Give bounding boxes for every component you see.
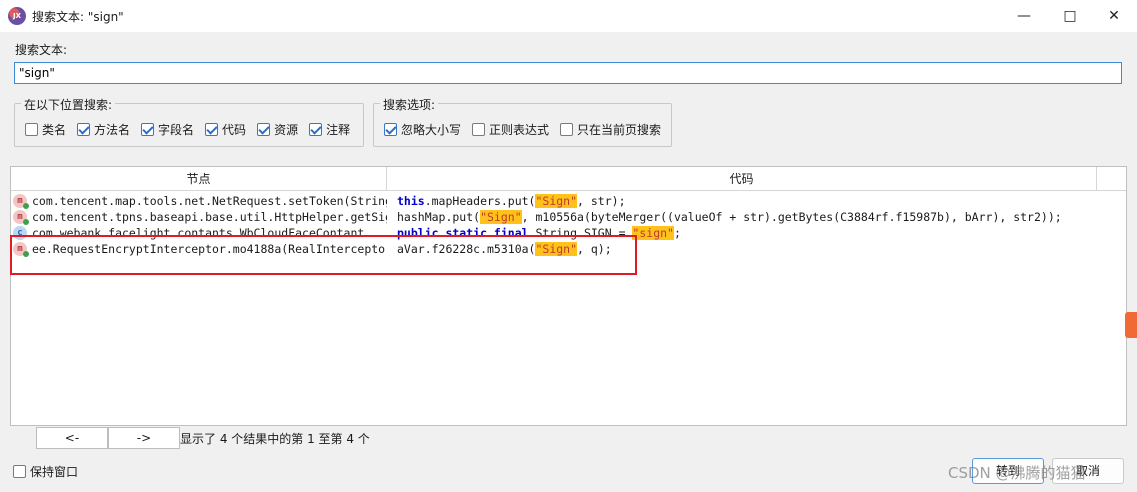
minimize-icon[interactable]: — — [1001, 0, 1047, 32]
search-location-options: 类名 方法名 字段名 代码 资源 注释 — [25, 121, 361, 138]
location-checkbox-label: 类名 — [42, 123, 67, 137]
search-location-group: 在以下位置搜索: 类名 方法名 字段名 代码 资源 注释 — [14, 96, 364, 147]
keep-window-label: 保持窗口 — [30, 465, 79, 479]
result-count-text: 显示了 4 个结果中的第 1 至第 4 个 — [180, 432, 370, 446]
code-text: , m10556a(byteMerger((valueOf + str).get… — [521, 210, 1062, 224]
option-checkbox-2[interactable]: 只在当前页搜索 — [560, 121, 661, 138]
column-header-code[interactable]: 代码 — [387, 167, 1097, 191]
match-highlight: "Sign" — [535, 194, 578, 208]
code-text: ; — [673, 226, 681, 240]
option-checkbox-label: 只在当前页搜索 — [577, 123, 662, 137]
location-checkbox-4[interactable]: 资源 — [257, 121, 298, 138]
location-checkbox-label: 方法名 — [94, 123, 131, 137]
table-row[interactable]: m com.tencent.tpns.baseapi.base.util.Http… — [11, 209, 1126, 225]
selection-highlight-box — [10, 235, 637, 275]
code-cell[interactable]: this.mapHeaders.put("Sign", str); — [397, 193, 1117, 209]
unchecked-box-icon[interactable] — [25, 123, 38, 136]
next-page-button[interactable]: -> — [108, 427, 180, 449]
checked-box-icon[interactable] — [257, 123, 271, 136]
option-checkbox-0[interactable]: 忽略大小写 — [384, 121, 461, 138]
method-icon: m — [13, 194, 29, 209]
node-name: com.tencent.tpns.baseapi.base.util.HttpH… — [32, 210, 387, 224]
node-cell[interactable]: m com.tencent.map.tools.net.NetRequest.se… — [13, 193, 387, 209]
location-checkbox-5[interactable]: 注释 — [309, 121, 350, 138]
table-header: 节点 代码 — [11, 167, 1126, 191]
code-text: , str); — [577, 194, 626, 208]
location-checkbox-label: 字段名 — [158, 123, 195, 137]
search-label: 搜索文本: — [15, 43, 68, 57]
previous-page-button[interactable]: <- — [36, 427, 108, 449]
location-checkbox-0[interactable]: 类名 — [25, 121, 66, 138]
search-location-legend: 在以下位置搜索: — [21, 96, 116, 113]
keep-window-check-icon[interactable] — [13, 465, 26, 478]
search-options-group: 搜索选项: 忽略大小写 正则表达式 只在当前页搜索 — [373, 96, 672, 147]
close-icon[interactable]: ✕ — [1091, 0, 1137, 32]
table-row[interactable]: m com.tencent.map.tools.net.NetRequest.se… — [11, 193, 1126, 209]
unchecked-box-icon[interactable] — [472, 123, 486, 136]
method-icon: m — [13, 210, 29, 225]
location-checkbox-2[interactable]: 字段名 — [141, 121, 194, 138]
unchecked-box-icon[interactable] — [560, 123, 574, 136]
option-checkbox-label: 正则表达式 — [489, 123, 550, 137]
checked-box-icon[interactable] — [384, 123, 397, 136]
code-text: .mapHeaders.put( — [424, 194, 536, 208]
title-bar: JX 搜索文本: "sign" — □ ✕ — [0, 0, 1137, 32]
window-title: 搜索文本: "sign" — [32, 10, 124, 24]
watermark: CSDN @沸腾的猫猫 — [948, 464, 1086, 482]
match-highlight: "Sign" — [480, 210, 522, 224]
checked-box-icon[interactable] — [77, 123, 91, 136]
maximize-icon[interactable]: □ — [1047, 0, 1093, 32]
search-options-legend: 搜索选项: — [380, 96, 439, 113]
column-header-node[interactable]: 节点 — [11, 167, 387, 191]
location-checkbox-1[interactable]: 方法名 — [77, 121, 130, 138]
search-input[interactable] — [14, 62, 1122, 84]
location-checkbox-label: 注释 — [326, 123, 351, 137]
results-table: 节点 代码 m com.tencent.map.tools.net.NetRequ… — [10, 166, 1127, 426]
checked-box-icon[interactable] — [309, 123, 323, 136]
search-options-list: 忽略大小写 正则表达式 只在当前页搜索 — [384, 121, 672, 138]
option-checkbox-label: 忽略大小写 — [401, 123, 462, 137]
location-checkbox-label: 代码 — [222, 123, 247, 137]
keep-window-checkbox[interactable]: 保持窗口 — [13, 463, 78, 480]
node-cell[interactable]: m com.tencent.tpns.baseapi.base.util.Http… — [13, 209, 387, 225]
location-checkbox-3[interactable]: 代码 — [205, 121, 246, 138]
code-keyword: this — [397, 194, 425, 208]
location-checkbox-label: 资源 — [274, 123, 299, 137]
node-name: com.tencent.map.tools.net.NetRequest.set… — [32, 194, 387, 208]
code-text: hashMap.put( — [397, 210, 481, 224]
option-checkbox-1[interactable]: 正则表达式 — [472, 121, 549, 138]
checked-box-icon[interactable] — [205, 123, 219, 136]
checked-box-icon[interactable] — [141, 123, 155, 136]
code-cell[interactable]: hashMap.put("Sign", m10556a(byteMerger((… — [397, 209, 1117, 225]
match-highlight: "sign" — [632, 226, 674, 240]
app-logo-icon: JX — [8, 7, 26, 25]
side-widget-icon[interactable] — [1125, 312, 1137, 338]
